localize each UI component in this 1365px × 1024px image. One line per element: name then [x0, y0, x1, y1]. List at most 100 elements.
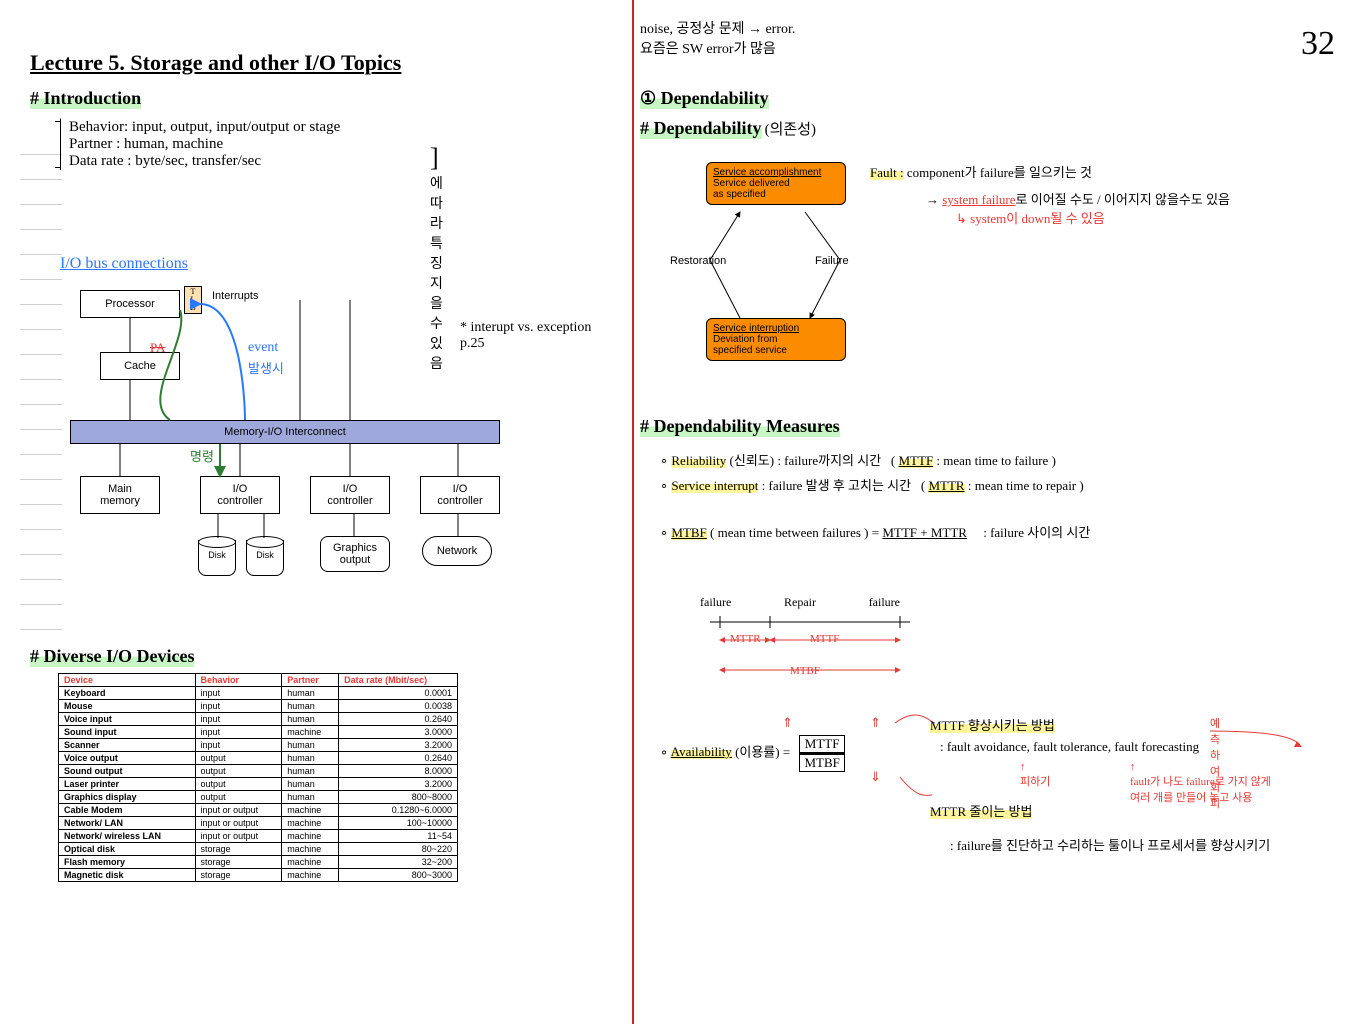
table-header: Behavior	[195, 674, 282, 687]
mtbf-note: : failure 사이의 시간	[983, 525, 1090, 540]
table-cell: human	[282, 713, 339, 726]
table-cell: human	[282, 700, 339, 713]
table-cell: machine	[282, 843, 339, 856]
bus-connections-heading: I/O bus connections	[60, 255, 188, 272]
methods-line: : fault avoidance, fault tolerance, faul…	[940, 739, 1199, 755]
dependability-heading-note: (의존성)	[765, 122, 816, 138]
table-row: Laser printeroutputhuman3.2000	[59, 778, 458, 791]
fault-label: Fault :	[870, 165, 904, 180]
devices-table: DeviceBehaviorPartnerData rate (Mbit/sec…	[58, 673, 458, 882]
mtbf-timeline: failure Repair failure MTTR MTTF MTBF	[700, 595, 960, 703]
dependability-section: ① Dependability	[640, 88, 769, 109]
table-row: Mouseinputhuman0.0038	[59, 700, 458, 713]
reliability-label: Reliability	[671, 453, 726, 468]
mttf-label: MTTF	[899, 453, 934, 468]
table-cell: Network/ wireless LAN	[59, 830, 196, 843]
reliability-sub: (신뢰도) : failure까지의 시간	[730, 453, 882, 468]
table-cell: input or output	[195, 817, 282, 830]
table-cell: 100~10000	[339, 817, 458, 830]
io-ctl-1: I/O controller	[200, 476, 280, 514]
tlb-badge: TLB	[184, 286, 202, 314]
table-row: Graphics displayoutputhuman800~8000	[59, 791, 458, 804]
mtbf-formula: MTTF + MTTR	[882, 525, 967, 540]
table-cell: Graphics display	[59, 791, 196, 804]
mtbf-def: ( mean time between failures ) =	[710, 525, 879, 540]
processor-box: Processor	[80, 290, 180, 318]
behavior-line: Behavior: input, output, input/output or…	[69, 119, 340, 136]
processor-label: Processor	[105, 298, 155, 310]
ruled-margin	[20, 130, 62, 630]
network-label: Network	[437, 545, 477, 557]
table-cell: 0.0038	[339, 700, 458, 713]
tl-mtbf: MTBF	[790, 665, 820, 677]
cache-box: Cache	[100, 352, 180, 380]
table-cell: 80~220	[339, 843, 458, 856]
table-row: Network/ wireless LANinput or outputmach…	[59, 830, 458, 843]
table-cell: 3.2000	[339, 778, 458, 791]
table-cell: machine	[282, 830, 339, 843]
top-note-line1: noise, 공정상 문제 → error.	[640, 22, 795, 37]
pa-label: PA	[150, 340, 165, 356]
table-cell: Optical disk	[59, 843, 196, 856]
mttr-def: mean time to repair	[975, 478, 1076, 493]
table-cell: 32~200	[339, 856, 458, 869]
mttr-method-label: MTTR 줄이는 방법	[930, 804, 1032, 819]
table-cell: input	[195, 700, 282, 713]
table-row: Sound outputoutputhuman8.0000	[59, 765, 458, 778]
disk-label-1: Disk	[198, 550, 236, 560]
table-row: Voice inputinputhuman0.2640	[59, 713, 458, 726]
table-cell: storage	[195, 856, 282, 869]
table-cell: machine	[282, 869, 339, 882]
io-ctl-3: I/O controller	[420, 476, 500, 514]
table-cell: output	[195, 791, 282, 804]
table-row: Flash memorystoragemachine32~200	[59, 856, 458, 869]
mtbf-label: MTBF	[671, 525, 706, 540]
table-cell: input or output	[195, 804, 282, 817]
measures-content: ∘ Reliability (신뢰도) : failure까지의 시간 ( MT…	[660, 450, 1340, 541]
page-number: 32	[1301, 25, 1335, 63]
avoid-note: 피하기	[1020, 776, 1050, 788]
table-cell: 0.2640	[339, 713, 458, 726]
timeline-repair: Repair	[784, 595, 816, 610]
io-ctl-label-2: I/O controller	[327, 483, 372, 507]
service-interrupt-sub: : failure 발생 후 고치는 시간	[762, 478, 911, 493]
top-note-line2: 요즘은 SW error가 많음	[640, 42, 776, 57]
intro-block: Behavior: input, output, input/output or…	[60, 118, 340, 170]
availability-block: ∘ Availability (이용률) = MTTF MTBF ⇑ ⇑ ⇓ M…	[660, 735, 1360, 772]
timeline-f2: failure	[869, 595, 900, 610]
table-cell: machine	[282, 856, 339, 869]
devices-heading: # Diverse I/O Devices	[30, 646, 194, 667]
table-cell: Voice output	[59, 752, 196, 765]
table-cell: Network/ LAN	[59, 817, 196, 830]
mttr-label: MTTR	[928, 478, 964, 493]
timeline-f1: failure	[700, 595, 731, 610]
mttf-def: : mean time to failure	[936, 453, 1048, 468]
interrupts-label: Interrupts	[212, 290, 258, 302]
table-cell: Cable Modem	[59, 804, 196, 817]
graphics-box: Graphics output	[320, 536, 390, 572]
cache-label: Cache	[124, 360, 156, 372]
table-cell: output	[195, 778, 282, 791]
fault-notes: Fault : component가 failure를 일으키는 것 → sys…	[870, 162, 1350, 227]
table-header: Partner	[282, 674, 339, 687]
graphics-label: Graphics output	[333, 542, 377, 566]
mttr-note: : failure를 진단하고 수리하는 툴이나 프로세서를 향상시키기	[950, 835, 1270, 854]
table-header: Data rate (Mbit/sec)	[339, 674, 458, 687]
tl-mttf: MTTF	[810, 633, 839, 645]
table-cell: human	[282, 765, 339, 778]
table-cell: Sound input	[59, 726, 196, 739]
measures-heading: # Dependability Measures	[640, 416, 840, 437]
event-label: event	[248, 340, 278, 356]
disk-label-2: Disk	[246, 550, 284, 560]
table-cell: machine	[282, 817, 339, 830]
failure-label: Failure	[815, 255, 849, 267]
path-label: 명령	[190, 446, 214, 465]
table-cell: human	[282, 752, 339, 765]
fault-arrow: → system failure로 이어질 수도 / 이어지지 않을수도 있음	[926, 192, 1230, 207]
table-cell: input	[195, 713, 282, 726]
table-cell: Flash memory	[59, 856, 196, 869]
disk-1: Disk	[198, 536, 236, 576]
mttf-method-label: MTTF 향상시키는 방법	[930, 718, 1055, 733]
table-row: Voice outputoutputhuman0.2640	[59, 752, 458, 765]
table-cell: output	[195, 765, 282, 778]
